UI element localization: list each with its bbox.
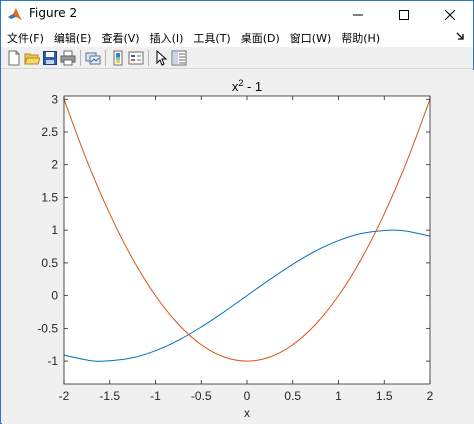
chart-title: x2 - 1 xyxy=(232,78,262,94)
insert-colorbar-icon[interactable] xyxy=(110,50,126,66)
x-tick-label: 1 xyxy=(335,389,342,403)
close-button[interactable] xyxy=(427,1,473,28)
toolbar-separator xyxy=(148,50,149,66)
x-tick-label: 1.5 xyxy=(376,389,393,403)
menu-insert[interactable]: 插入(I) xyxy=(150,30,184,46)
menu-window[interactable]: 窗口(W) xyxy=(290,30,331,46)
x-tick-label: -0.5 xyxy=(191,389,212,403)
menu-edit[interactable]: 编辑(E) xyxy=(54,30,92,46)
menu-desktop[interactable]: 桌面(D) xyxy=(241,30,280,46)
maximize-button[interactable] xyxy=(381,1,427,28)
y-tick-label: 0.5 xyxy=(41,256,58,270)
print-icon[interactable] xyxy=(60,50,76,66)
y-tick-label: 2 xyxy=(51,158,58,172)
figure-window: Figure 2 文件(F) 编辑(E) 查看(V) 插入(I) 工具(T) 桌… xyxy=(0,0,474,424)
insert-legend-icon[interactable] xyxy=(128,50,144,66)
x-axis-label: x xyxy=(244,406,250,420)
x-tick-label: -1 xyxy=(150,389,161,403)
edit-plot-icon[interactable] xyxy=(153,50,169,66)
y-tick-label: 3 xyxy=(51,92,58,106)
x-tick-label: -1.5 xyxy=(99,389,120,403)
toolbar xyxy=(1,47,473,69)
y-tick-label: 1.5 xyxy=(41,190,58,204)
minimize-icon xyxy=(353,14,363,15)
y-tick-label: 2.5 xyxy=(41,125,58,139)
new-figure-icon[interactable] xyxy=(6,50,22,66)
line-chart[interactable]: x2 - 1 -2 -1.5 -1 -0.5 0 0.5 1 1.5 2 -1-0.500.51… xyxy=(2,70,474,424)
x-tick-label: 0 xyxy=(244,389,251,403)
close-icon xyxy=(445,9,455,20)
x-tick-label: -2 xyxy=(59,389,70,403)
property-inspector-icon[interactable] xyxy=(171,50,187,66)
window-title: Figure 2 xyxy=(29,6,78,20)
x-tick-label: 2 xyxy=(427,389,434,403)
dock-arrow-icon[interactable] xyxy=(455,31,465,43)
chart-title-rest: - 1 xyxy=(243,79,262,94)
maximize-icon xyxy=(399,9,409,20)
x-tick-label: 0.5 xyxy=(284,389,301,403)
menu-tools[interactable]: 工具(T) xyxy=(193,30,230,46)
title-bar[interactable]: Figure 2 xyxy=(1,1,473,28)
y-tick-label: -1 xyxy=(47,354,58,368)
open-file-icon[interactable] xyxy=(24,50,40,66)
menu-help[interactable]: 帮助(H) xyxy=(341,30,380,46)
y-tick-label: 0 xyxy=(51,289,58,303)
menu-file[interactable]: 文件(F) xyxy=(7,30,44,46)
menu-view[interactable]: 查看(V) xyxy=(101,30,139,46)
minimize-button[interactable] xyxy=(335,1,381,28)
toolbar-separator xyxy=(105,50,106,66)
toolbar-separator xyxy=(80,50,81,66)
menu-bar: 文件(F) 编辑(E) 查看(V) 插入(I) 工具(T) 桌面(D) 窗口(W… xyxy=(1,28,473,47)
figure-canvas[interactable]: x2 - 1 -2 -1.5 -1 -0.5 0 0.5 1 1.5 2 -1 -0.5 0 0.5 1… xyxy=(2,70,474,424)
save-icon[interactable] xyxy=(42,50,58,66)
matlab-logo-icon xyxy=(8,8,22,20)
y-tick-label: -0.5 xyxy=(37,321,58,335)
link-plot-icon[interactable] xyxy=(85,50,101,66)
y-tick-label: 1 xyxy=(51,223,58,237)
axes-background xyxy=(64,96,430,384)
